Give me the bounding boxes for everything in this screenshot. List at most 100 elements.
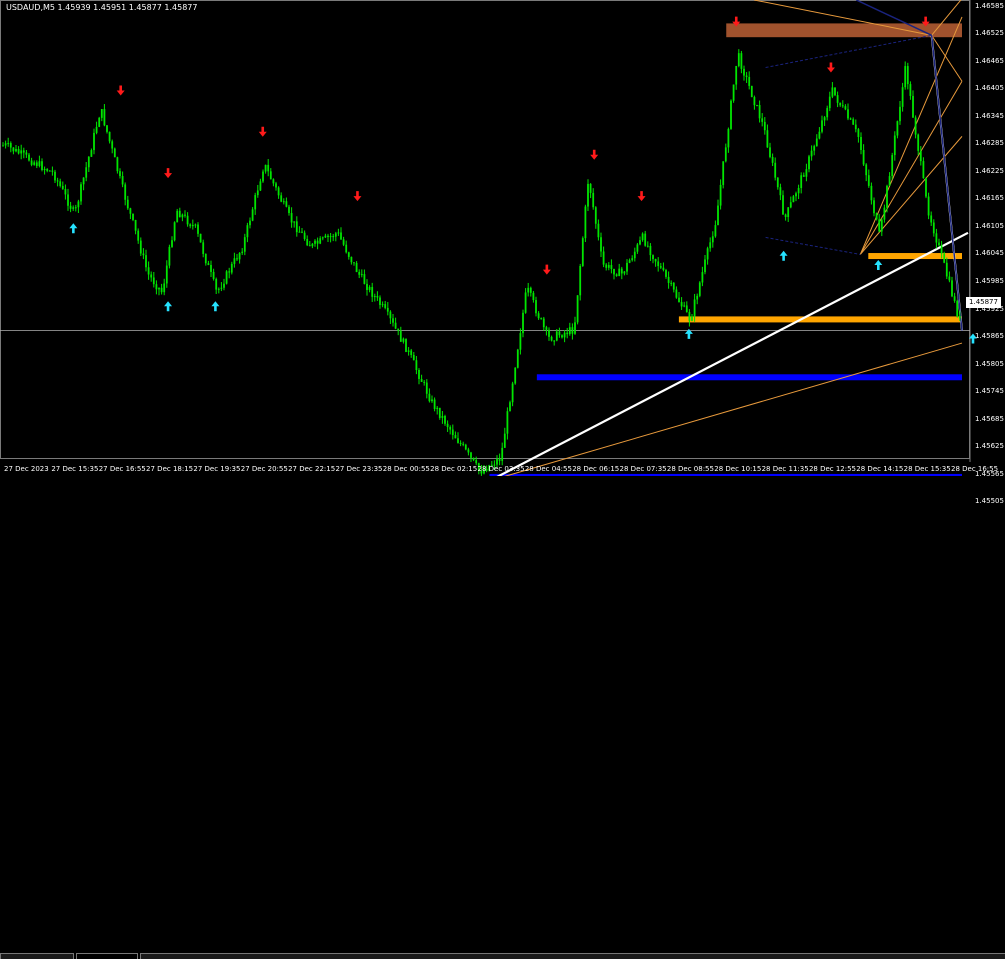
candle-body (925, 178, 927, 197)
price-tick-label: 1.46045 (975, 249, 1004, 258)
candle-body (597, 223, 600, 238)
candle-body (116, 157, 119, 172)
price-tick-label: 1.46585 (975, 1, 1004, 10)
price-tick-label: 1.46405 (975, 84, 1004, 93)
brown-zone[interactable] (726, 23, 962, 38)
candle-body (906, 66, 909, 85)
candle-body (345, 244, 348, 253)
blue-zone[interactable] (536, 374, 962, 381)
candle-body (225, 271, 228, 284)
candle-body (20, 150, 23, 154)
candle-body (41, 161, 43, 170)
candle-body (717, 205, 719, 226)
candle-body (454, 435, 457, 439)
price-tick-label: 1.46165 (975, 194, 1004, 203)
candle-body (532, 292, 535, 301)
candle-body (457, 438, 459, 443)
candle-body (662, 267, 665, 271)
fan-line[interactable] (489, 342, 963, 482)
candle-body (514, 367, 517, 384)
price-tick-label: 1.46285 (975, 139, 1004, 148)
price-tick-label: 1.45505 (975, 497, 1004, 506)
candle-body (678, 297, 680, 303)
chart-tab-3[interactable] (140, 953, 1005, 959)
candle-body (111, 141, 114, 149)
candle-body (264, 164, 267, 172)
chart-window[interactable]: USDAUD,M5 1.45939 1.45951 1.45877 1.4587… (0, 0, 1005, 959)
candle-body (347, 252, 350, 257)
candle-body (431, 399, 433, 402)
candle-body (745, 75, 748, 78)
candle-body (823, 117, 826, 121)
sell-arrow-icon (353, 191, 362, 202)
price-chart[interactable] (0, 0, 1005, 482)
candle-body (602, 251, 605, 265)
candle-body (121, 176, 124, 185)
candle-body (550, 336, 553, 341)
candle-body (857, 129, 860, 137)
candle-body (680, 302, 683, 307)
candle-body (61, 185, 64, 190)
candle-body (644, 233, 647, 246)
candle-body (901, 87, 904, 107)
candle-body (841, 105, 844, 107)
sell-arrow-icon (116, 85, 125, 96)
candle-body (9, 143, 12, 148)
candle-body (753, 97, 756, 106)
time-tick-label: 28 Dec 14:15 (856, 465, 904, 473)
time-tick-label: 28 Dec 10:15 (714, 465, 762, 473)
candle-body (743, 68, 745, 76)
navy-line[interactable] (930, 35, 963, 331)
candle-body (540, 318, 543, 320)
candle-body (615, 274, 618, 277)
candle-body (436, 407, 439, 409)
time-tick-label: 28 Dec 06:15 (572, 465, 620, 473)
candle-body (555, 331, 558, 341)
candle-body (727, 128, 730, 148)
candle-body (186, 215, 189, 225)
candle-body (282, 201, 285, 203)
candle-body (940, 245, 943, 254)
candle-body (288, 206, 290, 214)
candle-body (740, 53, 743, 69)
candle-body (576, 295, 579, 323)
candle-body (381, 304, 384, 306)
navy-line[interactable] (765, 34, 932, 68)
candle-body (789, 202, 792, 208)
orange-zone[interactable] (678, 316, 962, 323)
candle-body (324, 235, 327, 238)
candle-body (873, 200, 875, 214)
chart-frame (0, 0, 970, 459)
candle-body (342, 239, 345, 245)
candle-body (706, 248, 709, 260)
candle-body (581, 238, 584, 266)
candle-body (870, 185, 873, 201)
fan-line[interactable] (859, 81, 963, 255)
candle-body (641, 233, 644, 241)
time-tick-label: 27 Dec 23:35 (335, 465, 383, 473)
candle-body (17, 149, 20, 154)
candle-body (675, 289, 678, 298)
white-trendline[interactable] (488, 231, 969, 482)
candle-body (524, 292, 527, 313)
candle-body (93, 132, 95, 151)
candle-body (402, 338, 405, 342)
fan-line[interactable] (859, 16, 963, 255)
fan-line[interactable] (859, 136, 963, 255)
candle-body (334, 233, 337, 237)
candle-body (428, 393, 431, 402)
candle-body (90, 150, 93, 157)
time-tick-label: 27 Dec 15:35 (51, 465, 99, 473)
candle-body (363, 274, 366, 284)
chart-tab-2[interactable] (76, 953, 138, 959)
candle-body (397, 328, 400, 331)
navy-line[interactable] (765, 236, 861, 255)
candle-body (350, 256, 353, 263)
price-tick-label: 1.46525 (975, 29, 1004, 38)
candle-body (537, 313, 540, 319)
candle-body (896, 121, 899, 136)
candle-body (917, 134, 920, 151)
candle-body (797, 188, 800, 194)
orange-zone[interactable] (868, 253, 962, 260)
chart-tab-1[interactable] (0, 953, 74, 959)
